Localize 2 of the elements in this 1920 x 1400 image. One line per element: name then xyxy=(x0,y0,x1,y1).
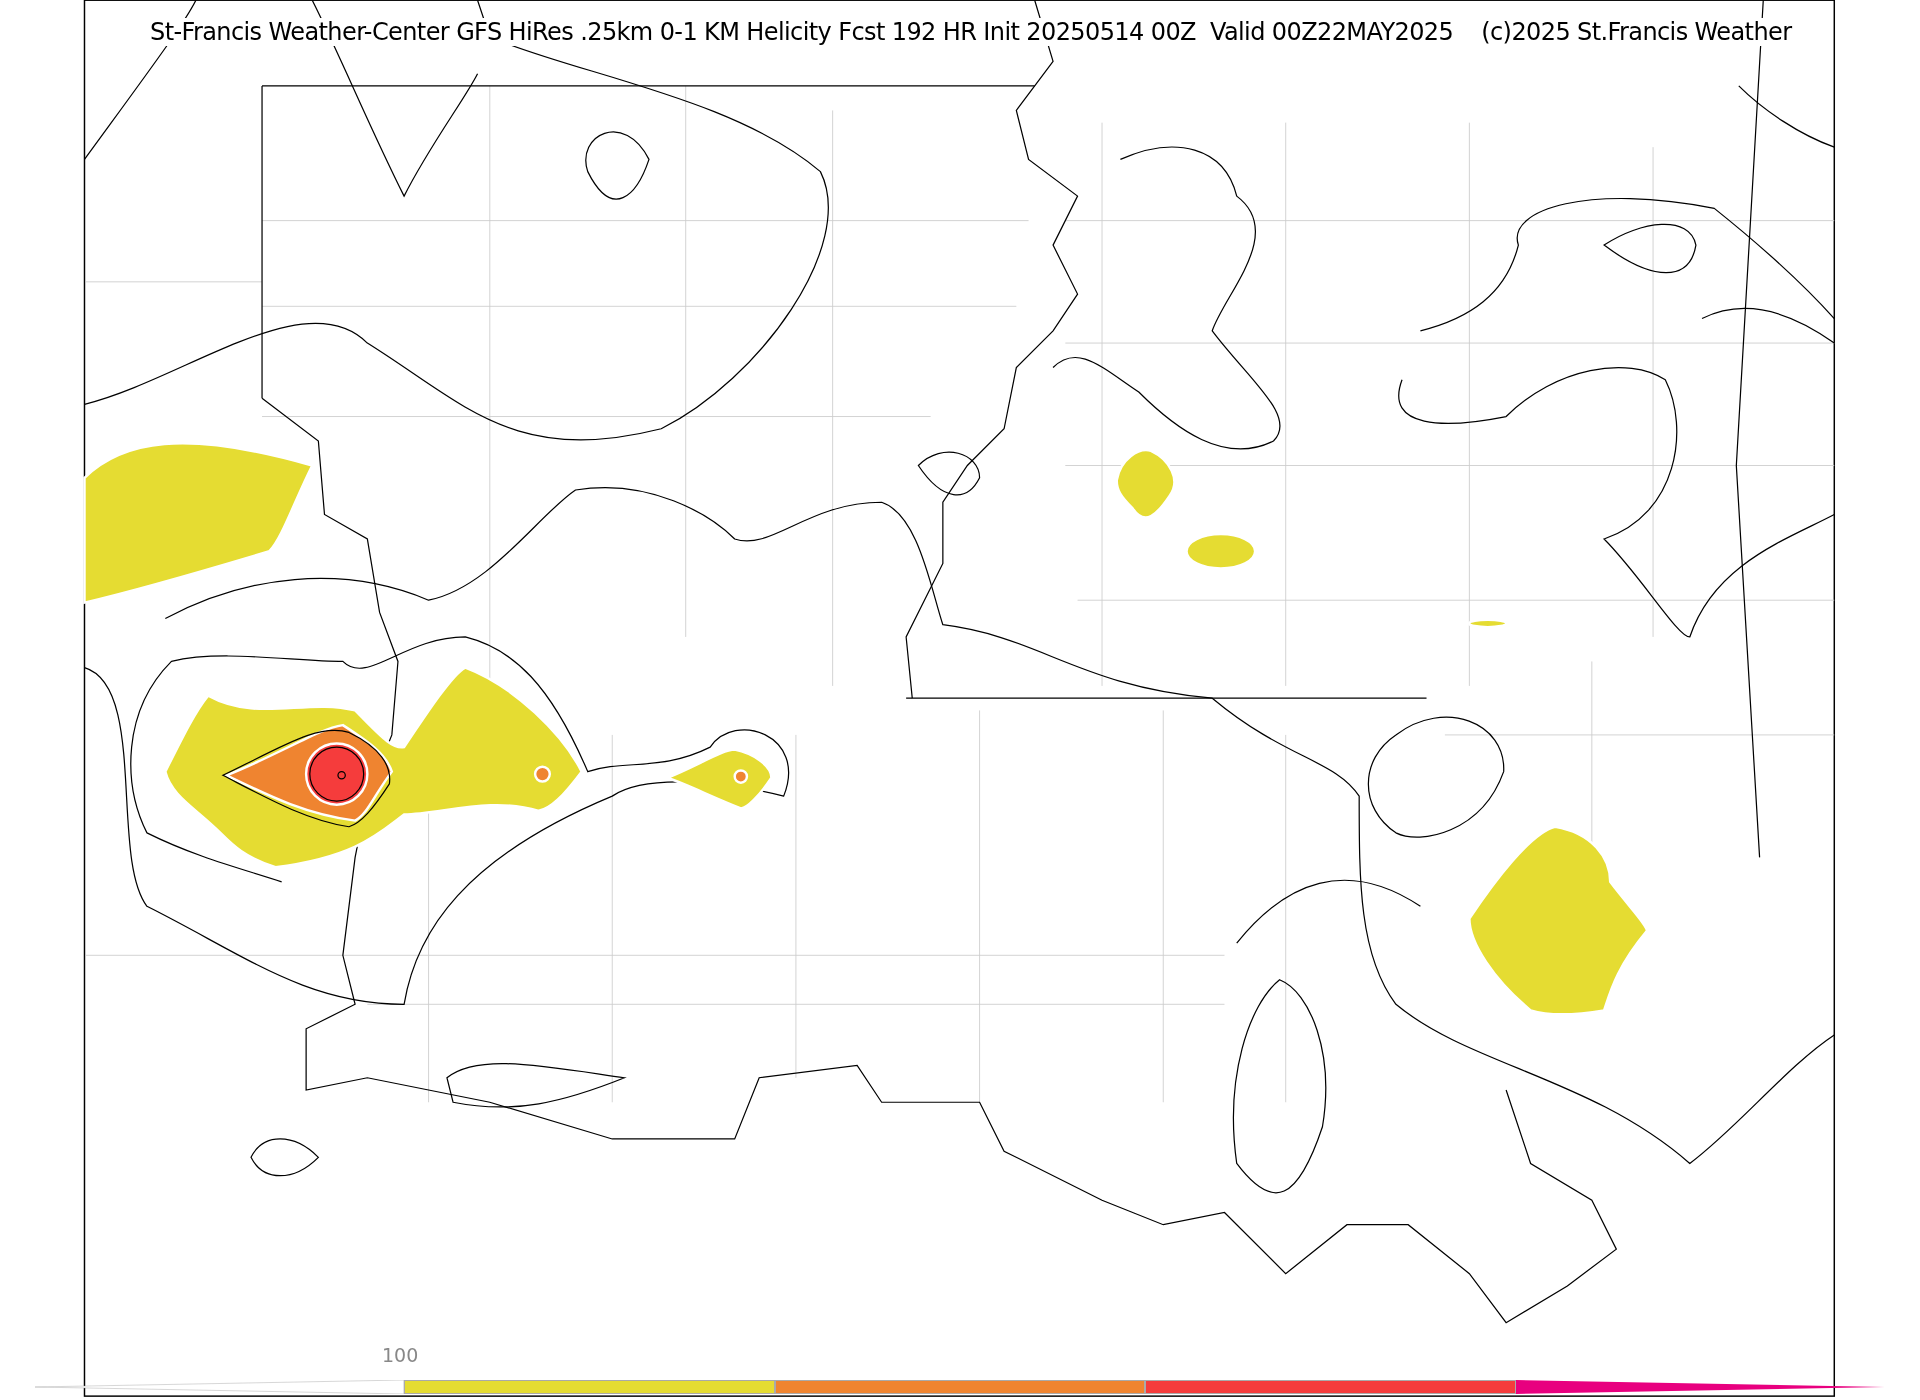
colorbar-label: 100 xyxy=(382,1344,419,1366)
chart-title: St-Francis Weather-Center GFS HiRes .25km 0-1 KM Helicity Fcst 192 HR Init 20250514 00Z Valid 00Z22MAY2025 (c)2025 St.Francis Weather xyxy=(150,18,1792,46)
